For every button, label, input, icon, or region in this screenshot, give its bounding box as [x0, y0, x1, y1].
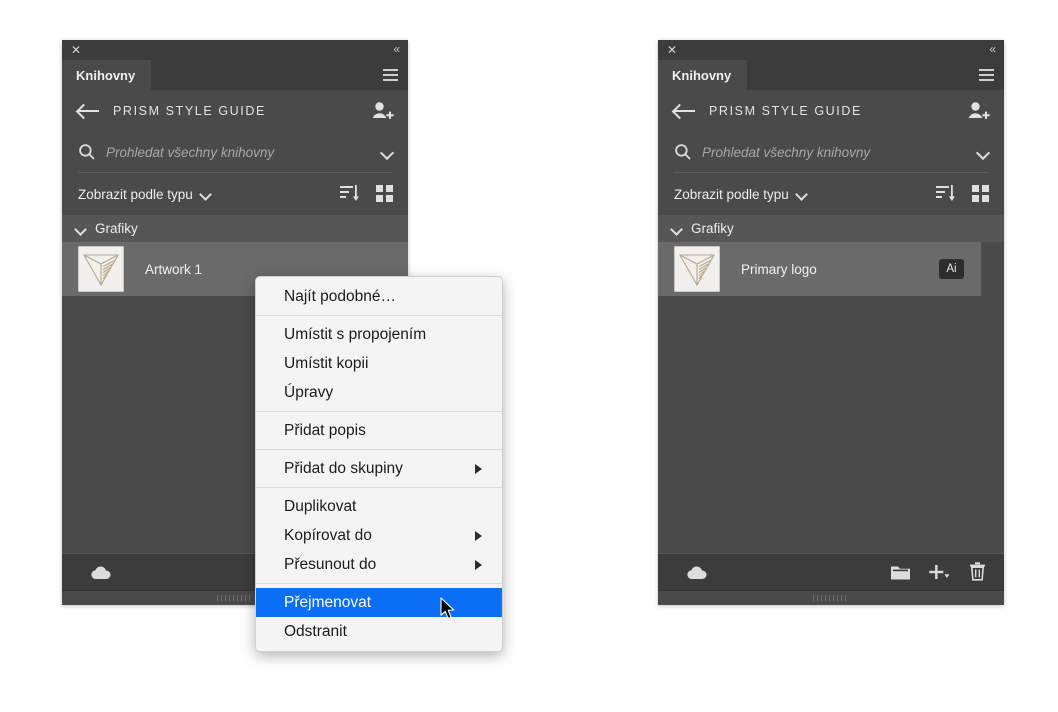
search-input[interactable]	[106, 144, 373, 160]
add-element-icon[interactable]	[929, 563, 951, 586]
menu-item-duplikovat[interactable]: Duplikovat	[256, 492, 502, 521]
submenu-arrow-icon	[475, 464, 482, 474]
menu-item-label: Umístit s propojením	[284, 325, 427, 343]
back-arrow-icon[interactable]	[78, 103, 100, 119]
group-header-grafiky[interactable]: Grafiky	[62, 215, 408, 242]
menu-item-label: Umístit kopii	[284, 354, 369, 372]
tab-knihovny[interactable]: Knihovny	[62, 60, 152, 90]
menu-item-umistit-kopii[interactable]: Umístit kopii	[256, 349, 502, 378]
panel-titlebar: ✕ «	[658, 40, 1004, 60]
menu-separator	[256, 487, 502, 488]
library-header: PRISM STYLE GUIDE	[62, 90, 408, 132]
group-label: Grafiky	[691, 221, 734, 236]
add-collaborator-icon[interactable]	[966, 99, 990, 123]
library-header: PRISM STYLE GUIDE	[658, 90, 1004, 132]
hamburger-menu-icon[interactable]	[979, 69, 994, 81]
filter-type-label[interactable]: Zobrazit podle typu	[674, 187, 789, 202]
menu-separator	[256, 411, 502, 412]
menu-separator	[256, 583, 502, 584]
page-title: PRISM STYLE GUIDE	[113, 104, 266, 118]
menu-item-umistit-s-propojenim[interactable]: Umístit s propojením	[256, 320, 502, 349]
menu-item-presunout-do[interactable]: Přesunout do	[256, 550, 502, 579]
sort-list-icon[interactable]	[936, 184, 956, 202]
chevron-down-icon[interactable]	[671, 225, 683, 233]
prism-logo-thumbnail	[78, 246, 124, 292]
menu-item-label: Přesunout do	[284, 555, 377, 573]
view-mode-icons	[936, 184, 990, 202]
chevron-down-icon[interactable]	[200, 190, 212, 198]
chevron-down-icon[interactable]	[796, 190, 808, 198]
cloud-sync-icon[interactable]	[89, 565, 113, 581]
menu-item-label: Přejmenovat	[284, 593, 372, 611]
menu-item-label: Přidat do skupiny	[284, 459, 403, 477]
search-row	[658, 132, 1004, 172]
menu-item-prejmenovat[interactable]: Přejmenovat	[256, 588, 502, 617]
view-mode-icons	[340, 184, 394, 202]
add-collaborator-icon[interactable]	[370, 99, 394, 123]
panel-footer	[658, 553, 1004, 590]
menu-item-label: Přidat popis	[284, 421, 366, 439]
sort-list-icon[interactable]	[340, 184, 360, 202]
menu-separator	[256, 315, 502, 316]
tab-label: Knihovny	[76, 67, 136, 83]
tab-label: Knihovny	[672, 67, 732, 83]
collapse-chevrons-icon[interactable]: «	[989, 42, 996, 57]
panel-titlebar: ✕ «	[62, 40, 408, 60]
menu-item-label: Odstranit	[284, 622, 347, 640]
search-icon	[78, 143, 96, 161]
close-icon[interactable]: ✕	[70, 44, 82, 56]
chevron-down-icon[interactable]	[977, 148, 990, 156]
menu-item-label: Najít podobné…	[284, 287, 397, 305]
hamburger-menu-icon[interactable]	[383, 69, 398, 81]
search-input[interactable]	[702, 144, 969, 160]
grid-view-icon[interactable]	[376, 184, 394, 202]
filter-type-label[interactable]: Zobrazit podle typu	[78, 187, 193, 202]
prism-logo-thumbnail	[674, 246, 720, 292]
tabstrip-filler	[151, 60, 408, 90]
footer-actions	[890, 562, 986, 586]
submenu-arrow-icon	[475, 560, 482, 570]
delete-icon[interactable]	[969, 562, 986, 586]
filter-row: Zobrazit podle typu	[62, 173, 408, 215]
panel-empty-area	[658, 296, 1004, 553]
asset-name: Artwork 1	[145, 261, 203, 277]
menu-item-kopirovat-do[interactable]: Kopírovat do	[256, 521, 502, 550]
submenu-arrow-icon	[475, 531, 482, 541]
chevron-down-icon[interactable]	[75, 225, 87, 233]
cloud-sync-icon[interactable]	[685, 565, 709, 581]
asset-name: Primary logo	[741, 261, 817, 277]
new-group-folder-icon[interactable]	[890, 563, 911, 586]
status-badge: Ai	[939, 259, 964, 279]
collapse-chevrons-icon[interactable]: «	[393, 42, 400, 57]
group-label: Grafiky	[95, 221, 138, 236]
panel-tabstrip: Knihovny	[658, 60, 1004, 90]
menu-item-pridat-popis[interactable]: Přidat popis	[256, 416, 502, 445]
menu-item-odstranit[interactable]: Odstranit	[256, 617, 502, 646]
context-menu: Najít podobné… Umístit s propojením Umís…	[255, 276, 503, 652]
menu-item-label: Kopírovat do	[284, 526, 372, 544]
libraries-panel-right: ✕ « Knihovny PRISM STYLE GUIDE Prohledat…	[658, 40, 1004, 605]
menu-item-upravy[interactable]: Úpravy	[256, 378, 502, 407]
panel-tabstrip: Knihovny	[62, 60, 408, 90]
menu-item-label: Duplikovat	[284, 497, 357, 515]
filter-row: Zobrazit podle typu	[658, 173, 1004, 215]
group-header-grafiky[interactable]: Grafiky	[658, 215, 1004, 242]
menu-item-pridat-do-skupiny[interactable]: Přidat do skupiny	[256, 454, 502, 483]
menu-item-label: Úpravy	[284, 383, 334, 401]
page-title: PRISM STYLE GUIDE	[709, 104, 862, 118]
menu-separator	[256, 449, 502, 450]
chevron-down-icon[interactable]	[381, 148, 394, 156]
asset-row[interactable]: Primary logo Ai	[658, 242, 981, 296]
search-icon	[674, 143, 692, 161]
panel-resize-grip[interactable]	[658, 590, 1004, 605]
back-arrow-icon[interactable]	[674, 103, 696, 119]
tab-knihovny[interactable]: Knihovny	[658, 60, 748, 90]
close-icon[interactable]: ✕	[666, 44, 678, 56]
search-row	[62, 132, 408, 172]
grid-view-icon[interactable]	[972, 184, 990, 202]
tabstrip-filler	[747, 60, 1004, 90]
menu-item-najit-podobne[interactable]: Najít podobné…	[256, 282, 502, 311]
